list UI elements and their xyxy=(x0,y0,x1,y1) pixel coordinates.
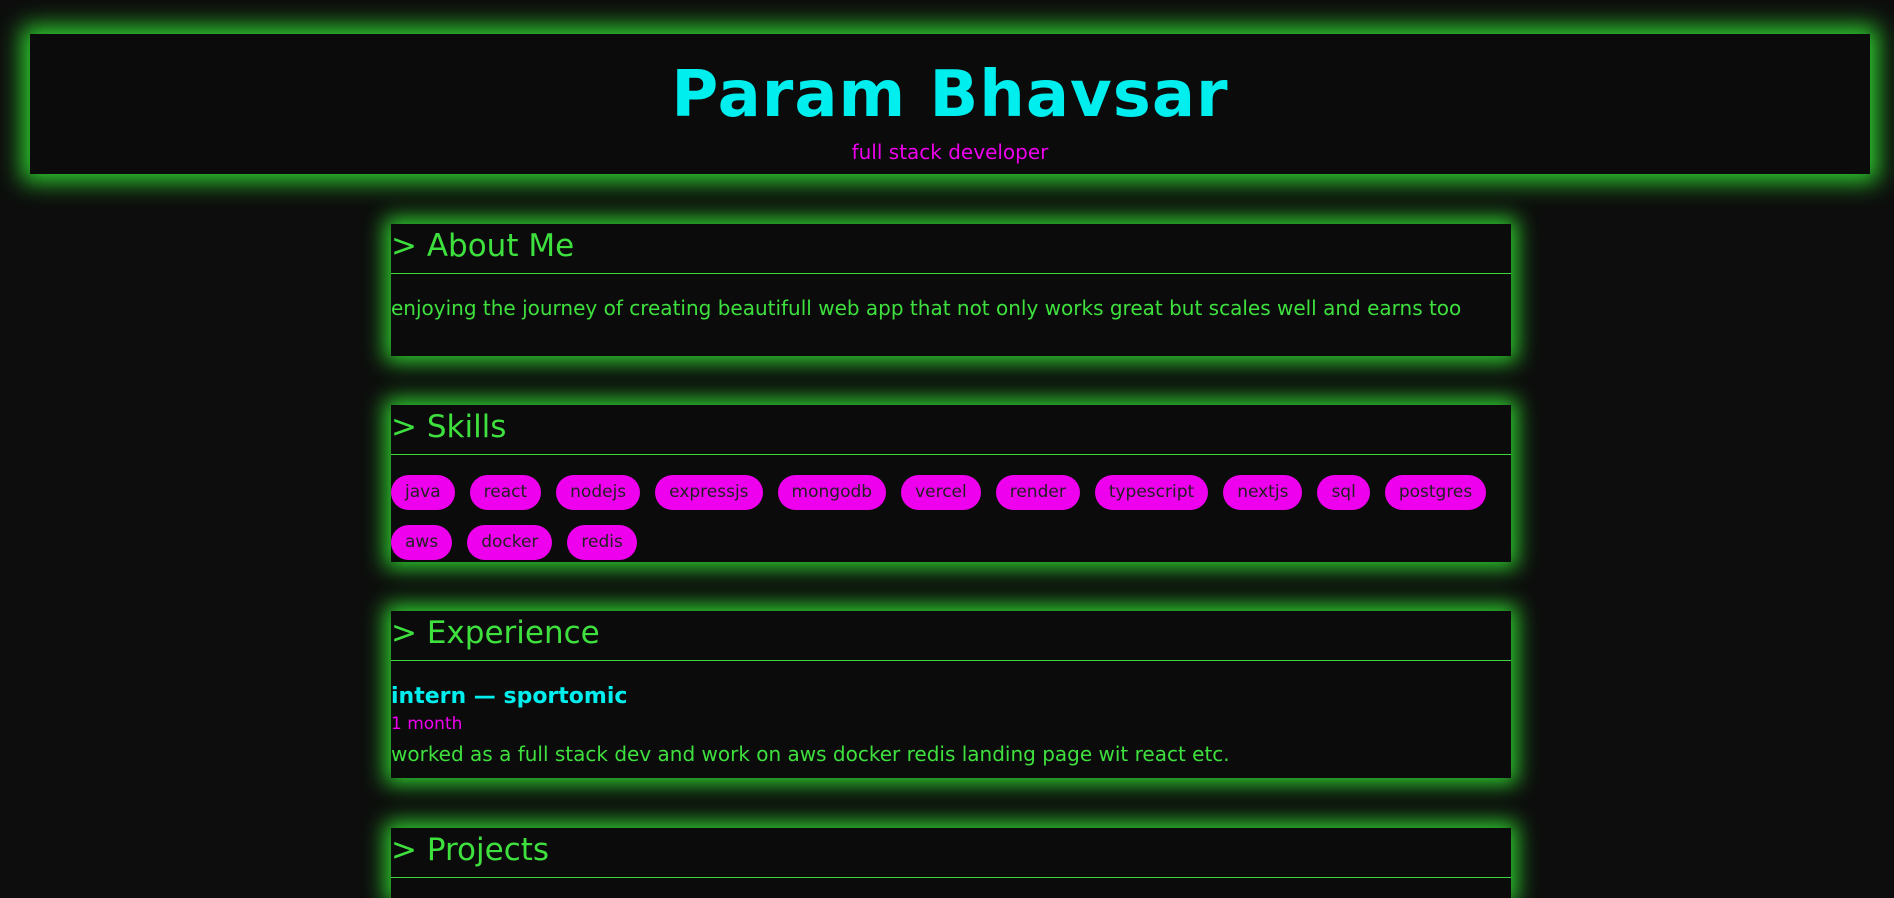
experience-duration: 1 month xyxy=(391,714,463,734)
skill-chip: vercel xyxy=(901,475,981,510)
experience-description: worked as a full stack dev and work on a… xyxy=(391,742,1230,766)
skills-header: > Skills xyxy=(391,405,1511,455)
projects-header: > Projects xyxy=(391,828,1511,878)
skill-chip: sql xyxy=(1317,475,1370,510)
page-title: Param Bhavsar xyxy=(671,58,1229,132)
skill-chip: mongodb xyxy=(777,475,887,510)
skill-chip: nodejs xyxy=(556,475,641,510)
experience-header: > Experience xyxy=(391,611,1511,661)
skill-chip: render xyxy=(995,475,1080,510)
experience-item: intern — sportomic 1 month worked as a f… xyxy=(391,661,1511,769)
page-subtitle: full stack developer xyxy=(851,140,1049,164)
experience-section: > Experience intern — sportomic 1 month … xyxy=(391,611,1511,778)
skill-chip: java xyxy=(391,475,455,510)
projects-title: > Projects xyxy=(391,832,550,868)
skill-chip: redis xyxy=(567,525,637,560)
projects-section: > Projects xyxy=(391,828,1511,898)
skill-chip: aws xyxy=(391,525,453,560)
about-section: > About Me enjoying the journey of creat… xyxy=(391,224,1511,356)
skill-chip: expressjs xyxy=(655,475,763,510)
skills-title: > Skills xyxy=(391,409,507,445)
skill-chip: nextjs xyxy=(1223,475,1303,510)
skill-chip: react xyxy=(469,475,542,510)
skill-chip: docker xyxy=(467,525,553,560)
skills-list: java react nodejs expressjs mongodb verc… xyxy=(391,455,1511,560)
skills-section: > Skills java react nodejs expressjs mon… xyxy=(391,405,1511,562)
about-header: > About Me xyxy=(391,224,1511,274)
experience-role: intern — sportomic xyxy=(391,684,628,709)
skill-chip: typescript xyxy=(1094,475,1209,510)
about-text: enjoying the journey of creating beautif… xyxy=(391,296,1462,320)
header-banner: Param Bhavsar full stack developer xyxy=(30,34,1870,174)
experience-title: > Experience xyxy=(391,615,600,651)
skill-chip: postgres xyxy=(1384,475,1487,510)
about-title: > About Me xyxy=(391,228,575,264)
